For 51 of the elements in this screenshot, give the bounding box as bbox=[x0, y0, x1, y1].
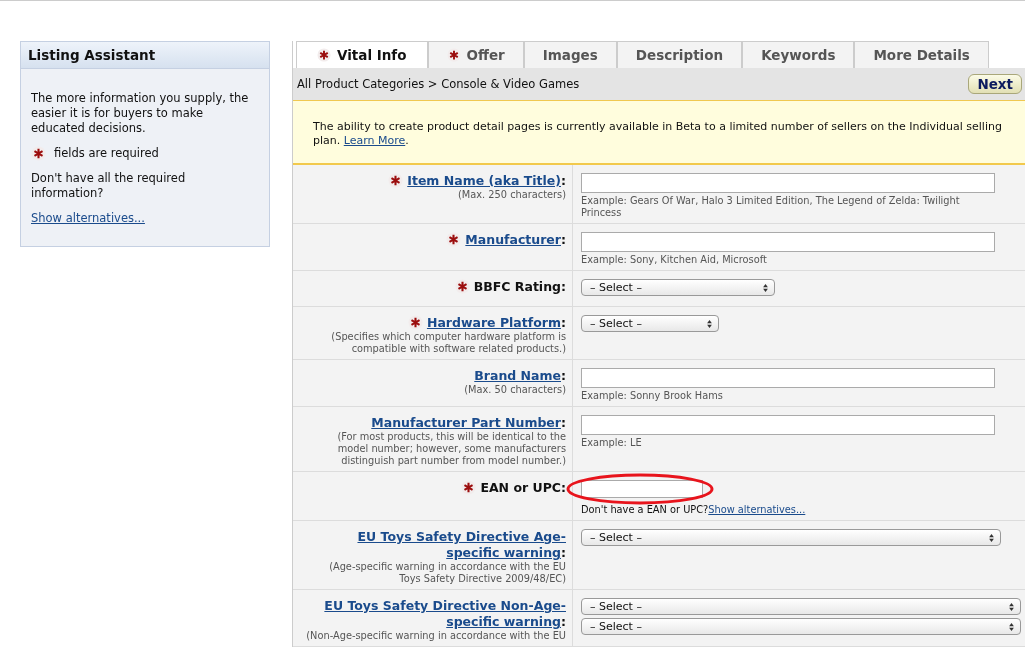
tab[interactable]: Offer bbox=[427, 41, 524, 68]
updown-arrow-icon bbox=[1009, 622, 1014, 631]
notice-text: The ability to create product detail pages is currently available in Beta to a limited number of sellers on the Individual selling plan. Learn More. bbox=[313, 120, 1002, 147]
select-dropdown[interactable]: – Select – bbox=[581, 598, 1021, 615]
breadcrumb: All Product Categories > Console & Video Games bbox=[297, 77, 580, 91]
intro-text: The more information you supply, the easier it is for buyers to make educated decisions. bbox=[31, 91, 250, 136]
input-field[interactable] bbox=[581, 480, 703, 498]
updown-arrow-icon bbox=[1009, 602, 1014, 611]
select-dropdown[interactable]: – Select – bbox=[581, 618, 1021, 635]
tab[interactable]: More Details bbox=[854, 41, 989, 68]
show-alternatives-link[interactable]: Show alternatives... bbox=[31, 211, 145, 225]
updown-arrow-icon bbox=[763, 283, 768, 292]
updown-arrow-icon bbox=[707, 319, 712, 328]
field-label: BBFC Rating: bbox=[473, 279, 566, 295]
field-label: Hardware Platform: bbox=[426, 315, 566, 331]
field-label: Item Name (aka Title): bbox=[407, 173, 566, 189]
input-field[interactable] bbox=[581, 368, 995, 388]
field-label: EU Toys Safety Directive Age-specific warning: bbox=[356, 529, 566, 561]
tab[interactable]: Images bbox=[523, 41, 617, 68]
select-dropdown[interactable]: – Select – bbox=[581, 315, 719, 332]
field-label: Manufacturer Part Number: bbox=[371, 415, 566, 431]
field-note: (Max. 250 characters) bbox=[457, 189, 566, 201]
tab[interactable]: Keywords bbox=[742, 41, 855, 68]
field-label: Manufacturer: bbox=[465, 232, 566, 248]
field-note: (Non-Age-specific warning in accordance with the EU bbox=[305, 630, 566, 642]
show-alternatives-link[interactable]: Show alternatives... bbox=[708, 504, 806, 515]
input-field[interactable] bbox=[581, 232, 995, 252]
missing-info-text: Don't have all the required information? bbox=[31, 171, 187, 201]
input-field[interactable] bbox=[581, 173, 995, 193]
select-dropdown[interactable]: – Select – bbox=[581, 529, 1001, 546]
field-note: (Specifies which computer hardware platform is compatible with software related products.) bbox=[330, 331, 566, 355]
select-dropdown[interactable]: – Select – bbox=[581, 279, 775, 296]
field-label: EAN or UPC: bbox=[480, 480, 566, 496]
field-label: Brand Name: bbox=[474, 368, 566, 384]
field-note: (Age-specific warning in accordance with the EU Toys Safety Directive 2009/48/EC) bbox=[328, 561, 566, 585]
required-note: fields are required bbox=[54, 146, 159, 161]
example-text: Example: Gears Of War, Halo 3 Limited Edition, The Legend of Zelda: Twilight Princess bbox=[581, 195, 961, 219]
tab[interactable]: Description bbox=[616, 41, 743, 68]
tab[interactable]: Vital Info bbox=[296, 41, 428, 68]
next-button[interactable]: Next bbox=[968, 74, 1022, 94]
field-note: (For most products, this will be identical to the model number; however, some manufacturers distinguish part number from model number.) bbox=[336, 431, 566, 467]
input-field[interactable] bbox=[581, 415, 995, 435]
panel-title: Listing Assistant bbox=[21, 42, 269, 69]
example-text: Example: Sonny Brook Hams bbox=[581, 390, 724, 402]
field-note: (Max. 50 characters) bbox=[463, 384, 566, 396]
updown-arrow-icon bbox=[989, 533, 994, 542]
field-label: EU Toys Safety Directive Non-Age-specific warning: bbox=[323, 598, 566, 630]
asterisk-icon bbox=[31, 146, 46, 161]
example-text: Example: Sony, Kitchen Aid, Microsoft bbox=[581, 254, 768, 266]
example-text: Example: LE bbox=[581, 437, 643, 449]
help-text: Don't have a EAN or UPC? bbox=[581, 504, 709, 515]
